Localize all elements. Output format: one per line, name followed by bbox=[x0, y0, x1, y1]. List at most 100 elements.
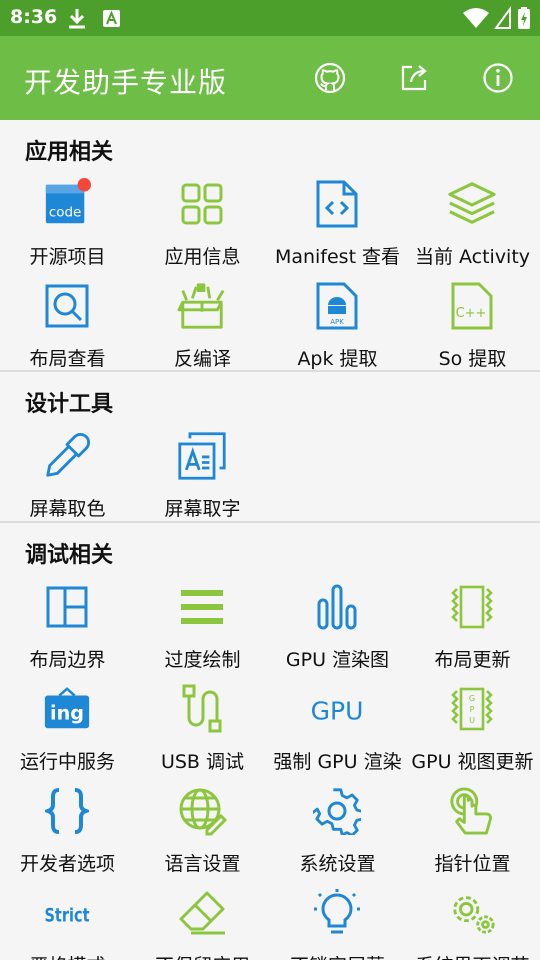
item-current-activity[interactable]: 当前 Activity bbox=[405, 178, 540, 278]
eyedropper-icon bbox=[42, 430, 92, 482]
share-button[interactable] bbox=[394, 58, 434, 98]
item-color-picker[interactable]: 屏幕取色 bbox=[0, 430, 135, 530]
item-layout-view[interactable]: 布局查看 bbox=[0, 280, 135, 380]
text-capture-icon bbox=[177, 430, 227, 482]
box-icon bbox=[177, 280, 227, 332]
layout-search-icon bbox=[42, 280, 92, 332]
item-apk-extract[interactable]: APK Apk 提取 bbox=[270, 280, 405, 380]
item-label: 反编译 bbox=[173, 348, 231, 370]
notification-badge bbox=[77, 178, 92, 192]
grid-icon bbox=[177, 178, 227, 230]
layout-update-icon bbox=[447, 581, 497, 633]
bar-chart-icon bbox=[312, 581, 362, 633]
wifi-icon bbox=[463, 8, 489, 28]
item-label: GPU 视图更新 bbox=[411, 751, 534, 773]
share-icon bbox=[401, 65, 427, 91]
info-icon bbox=[483, 63, 513, 93]
item-label: 当前 Activity bbox=[414, 246, 531, 268]
section-divider bbox=[0, 370, 540, 372]
item-system-settings[interactable]: 系统设置 bbox=[270, 785, 405, 885]
item-system-ui-tuner[interactable]: 系统界面调节 bbox=[405, 887, 540, 960]
item-label: 布局边界 bbox=[29, 649, 106, 671]
gpu-text-icon: GPU bbox=[312, 683, 362, 735]
item-developer-options[interactable]: 开发者选项 bbox=[0, 785, 135, 885]
item-text-capture[interactable]: 屏幕取字 bbox=[135, 430, 270, 530]
item-label: 指针位置 bbox=[434, 853, 511, 875]
section-divider bbox=[0, 521, 540, 523]
accessibility-notification-icon bbox=[103, 10, 120, 27]
item-label: 系统界面调节 bbox=[405, 951, 540, 960]
item-so-extract[interactable]: C++ So 提取 bbox=[405, 280, 540, 380]
info-button[interactable] bbox=[478, 58, 518, 98]
item-label: 过度绘制 bbox=[164, 649, 241, 671]
manifest-icon bbox=[312, 178, 362, 230]
item-open-source[interactable]: code 开源项目 bbox=[0, 178, 135, 278]
svg-text:P: P bbox=[470, 705, 475, 714]
item-label: 屏幕取字 bbox=[164, 498, 241, 520]
item-pointer-location[interactable]: 指针位置 bbox=[405, 785, 540, 885]
item-label: 系统设置 bbox=[299, 853, 376, 875]
signal-icon bbox=[494, 6, 511, 29]
item-label: 开源项目 bbox=[29, 246, 106, 268]
item-label: 语言设置 bbox=[164, 853, 241, 875]
item-label: Apk 提取 bbox=[297, 348, 378, 370]
item-label: 运行中服务 bbox=[19, 751, 115, 773]
item-label: 开发者选项 bbox=[19, 853, 115, 875]
item-label: 严格模式 bbox=[0, 951, 135, 960]
app-bar: 开发助手专业版 bbox=[0, 36, 540, 120]
section-title-design: 设计工具 bbox=[25, 392, 114, 417]
item-label: 屏幕取色 bbox=[29, 498, 106, 520]
github-icon bbox=[314, 62, 346, 94]
item-label: GPU 渲染图 bbox=[285, 649, 390, 671]
item-gpu-render[interactable]: GPU 渲染图 bbox=[270, 581, 405, 681]
cpp-icon-text: C++ bbox=[456, 306, 487, 321]
cpp-file-icon: C++ bbox=[447, 280, 497, 332]
item-usb-debug[interactable]: USB 调试 bbox=[135, 683, 270, 783]
apk-icon: APK bbox=[312, 280, 362, 332]
item-label: 布局查看 bbox=[29, 348, 106, 370]
eraser-icon bbox=[177, 887, 227, 939]
item-strict-mode[interactable]: Strict 严格模式 bbox=[0, 887, 135, 960]
running-service-icon: ing bbox=[42, 683, 92, 735]
overdraw-icon bbox=[177, 581, 227, 633]
item-layout-update[interactable]: 布局更新 bbox=[405, 581, 540, 681]
item-language-settings[interactable]: 语言设置 bbox=[135, 785, 270, 885]
item-label: 不锁定屏幕 bbox=[270, 951, 405, 960]
item-app-info[interactable]: 应用信息 bbox=[135, 178, 270, 278]
item-stay-awake[interactable]: 不锁定屏幕 bbox=[270, 887, 405, 960]
code-icon: code bbox=[42, 178, 92, 230]
svg-text:U: U bbox=[469, 716, 475, 725]
item-running-services[interactable]: ing 运行中服务 bbox=[0, 683, 135, 783]
item-manifest[interactable]: Manifest 查看 bbox=[270, 178, 405, 278]
status-time: 8:36 bbox=[10, 6, 58, 28]
item-label: 强制 GPU 渲染 bbox=[273, 751, 402, 773]
item-label: Manifest 查看 bbox=[274, 246, 401, 268]
item-decompile[interactable]: 反编译 bbox=[135, 280, 270, 380]
item-dont-keep-apps[interactable]: 不保留应用 bbox=[135, 887, 270, 960]
item-label: 不保留应用 bbox=[135, 951, 270, 960]
item-gpu-view-update[interactable]: G P U GPU 视图更新 bbox=[405, 683, 540, 783]
section-title-app: 应用相关 bbox=[25, 140, 114, 165]
settings-icon bbox=[312, 785, 362, 837]
item-label: USB 调试 bbox=[160, 751, 245, 773]
code-icon-text: code bbox=[49, 206, 81, 221]
github-button[interactable] bbox=[310, 58, 350, 98]
item-label: So 提取 bbox=[438, 348, 507, 370]
svg-text:G: G bbox=[469, 694, 475, 703]
braces-icon bbox=[42, 785, 92, 837]
section-title-debug: 调试相关 bbox=[25, 543, 114, 568]
item-force-gpu[interactable]: GPU 强制 GPU 渲染 bbox=[270, 683, 405, 783]
battery-icon bbox=[518, 7, 530, 29]
item-layout-bounds[interactable]: 布局边界 bbox=[0, 581, 135, 681]
item-label: 应用信息 bbox=[164, 246, 241, 268]
gears-icon bbox=[447, 887, 497, 939]
layout-bounds-icon bbox=[42, 581, 92, 633]
status-bar: 8:36 bbox=[0, 0, 540, 36]
strict-icon: Strict bbox=[42, 887, 92, 939]
item-label: 布局更新 bbox=[434, 649, 511, 671]
globe-icon bbox=[177, 785, 227, 837]
app-title: 开发助手专业版 bbox=[24, 66, 228, 99]
apk-icon-text: APK bbox=[330, 318, 344, 326]
ing-icon-text: ing bbox=[50, 702, 84, 725]
item-overdraw[interactable]: 过度绘制 bbox=[135, 581, 270, 681]
